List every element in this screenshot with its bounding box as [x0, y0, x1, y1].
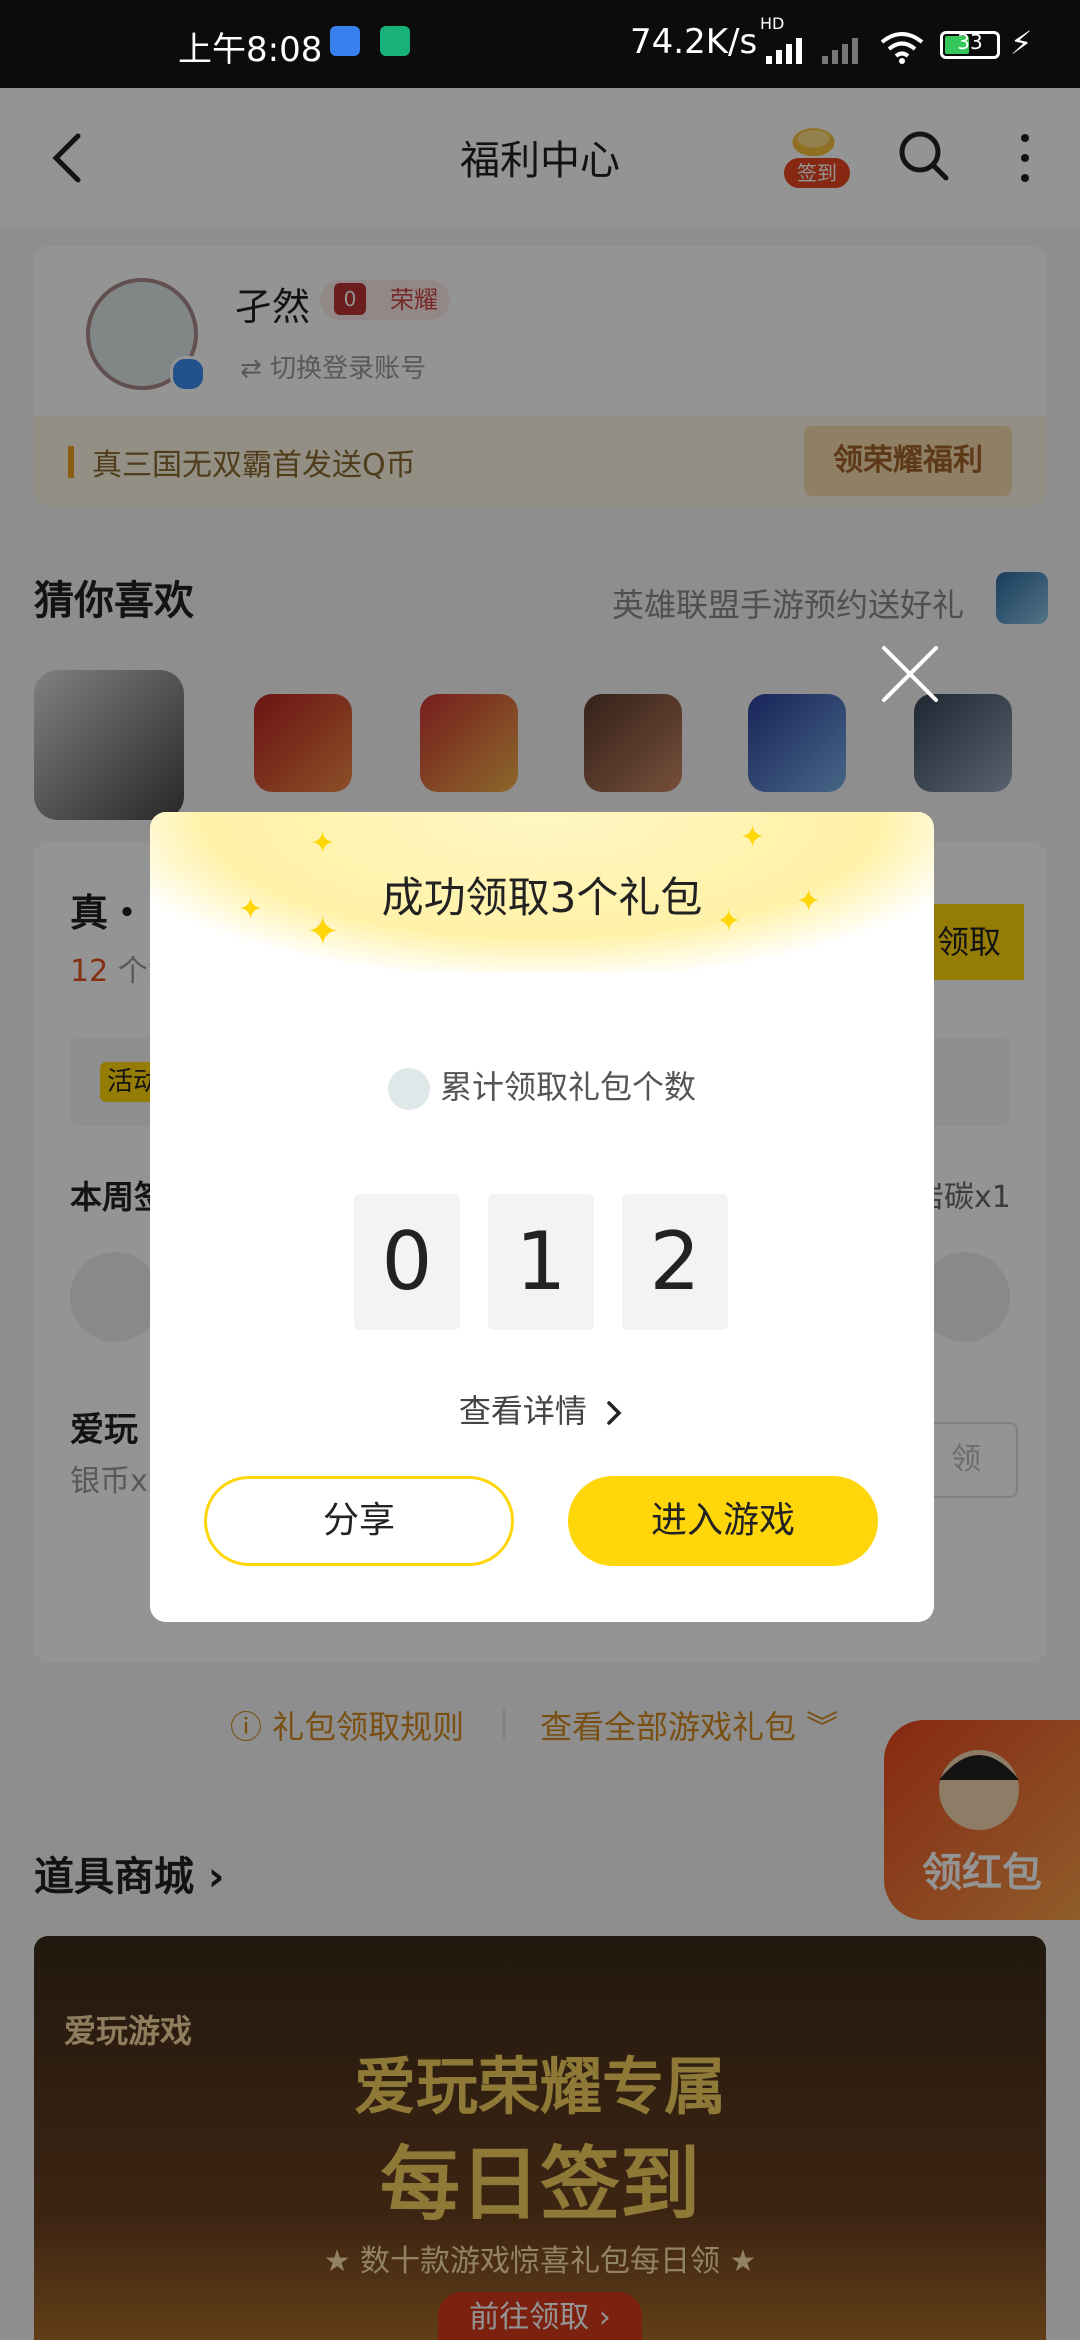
count-digit: 2 — [622, 1194, 728, 1330]
mini-avatar — [387, 1068, 430, 1110]
wifi-icon — [880, 32, 924, 64]
gift-total-label: 累计领取礼包个数 — [439, 1068, 696, 1106]
gift-success-modal: ✦ ✦ ✦ ✦ ✦ ✦ 成功领取3个礼包 累计领取礼包个数 0 1 2 查看详情… — [150, 812, 934, 1622]
view-details-link[interactable]: 查看详情 — [150, 1386, 934, 1432]
status-time: 上午8:08 — [178, 30, 323, 70]
gift-total-row: 累计领取礼包个数 — [150, 1062, 934, 1110]
battery-icon: 33 — [940, 30, 1000, 59]
signal-icon — [766, 38, 802, 64]
sparkle-icon: ✦ — [310, 826, 336, 861]
hd-tag: HD — [760, 14, 785, 33]
app-notification-icon — [330, 26, 360, 56]
signal-2-icon — [822, 38, 858, 64]
battery-percent: 33 — [957, 30, 983, 54]
app-notification-icon — [380, 26, 410, 56]
modal-title: 成功领取3个礼包 — [381, 873, 703, 922]
network-speed: 74.2K/s — [630, 22, 758, 62]
sparkle-icon: ✦ — [306, 909, 340, 955]
chevron-right-icon — [607, 1401, 622, 1425]
view-details-label: 查看详情 — [458, 1392, 587, 1430]
status-bar: 上午8:08 74.2K/s HD 33 ⚡ — [0, 0, 1080, 88]
close-icon[interactable] — [878, 642, 942, 706]
share-button[interactable]: 分享 — [204, 1476, 514, 1566]
enter-game-button[interactable]: 进入游戏 — [568, 1476, 878, 1566]
count-digit: 1 — [488, 1194, 594, 1330]
count-digit: 0 — [354, 1194, 460, 1330]
charging-icon: ⚡ — [1010, 24, 1033, 62]
sparkle-icon: ✦ — [740, 820, 766, 855]
